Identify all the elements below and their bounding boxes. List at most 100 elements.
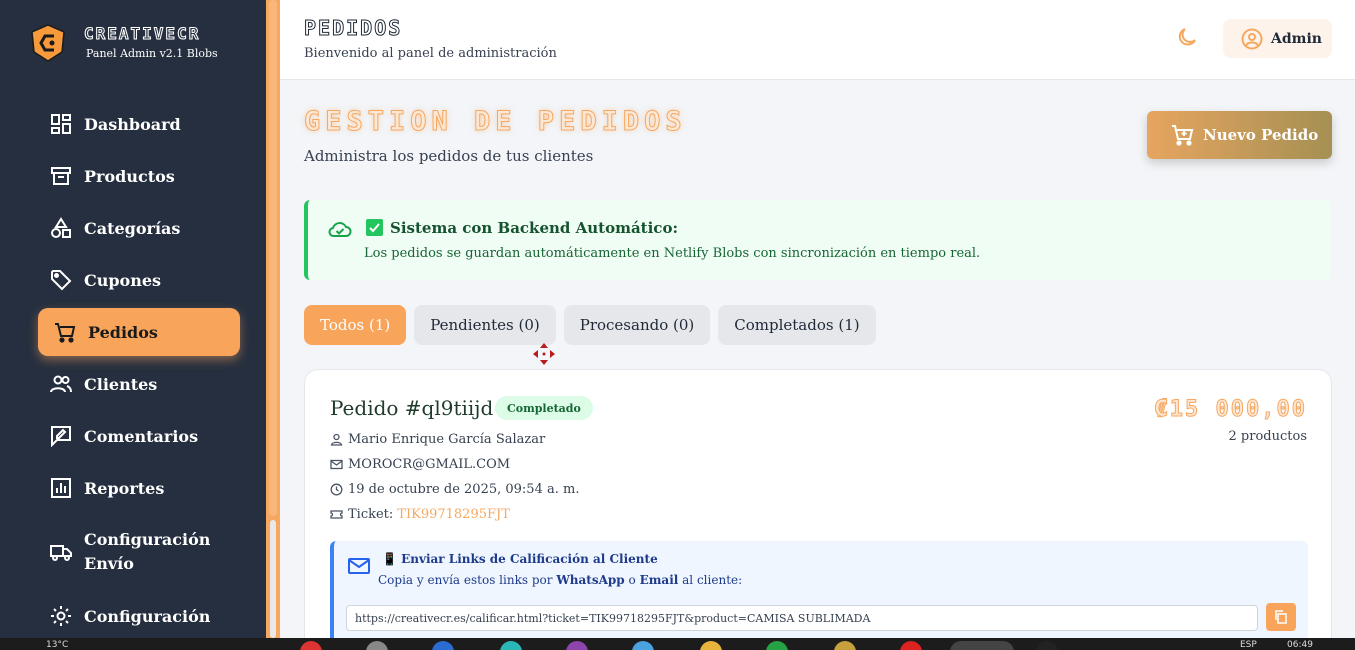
tab-completados[interactable]: Completados (1) <box>718 305 876 345</box>
scrollbar-track[interactable] <box>270 520 276 638</box>
backend-alert: Sistema con Backend Automático: Los pedi… <box>304 200 1331 280</box>
sidebar-item-comentarios[interactable]: Comentarios <box>38 410 240 462</box>
folder-icon[interactable] <box>700 641 722 650</box>
sidebar-item-configuracion[interactable]: Configuración <box>38 590 240 642</box>
user-icon <box>330 433 343 446</box>
brand-subtitle: Panel Admin v2.1 Blobs <box>86 47 218 60</box>
comment-edit-icon <box>51 426 71 447</box>
whatsapp-icon[interactable] <box>766 641 788 650</box>
sidebar-item-label: Pedidos <box>88 322 158 342</box>
date-row: 19 de octubre de 2025, 09:54 a. m. <box>330 482 579 497</box>
rating-desc-email: Email <box>639 573 679 587</box>
clock-icon <box>330 483 343 496</box>
app-icon[interactable] <box>566 641 588 650</box>
section-subtitle: Administra los pedidos de tus clientes <box>304 147 594 165</box>
brand: CREATIVECR Panel Admin v2.1 Blobs <box>30 24 218 62</box>
clock[interactable]: 06:49 <box>1287 640 1313 650</box>
os-taskbar: 13°C ESP 06:49 <box>0 638 1355 650</box>
ticket-label: Ticket: <box>348 507 394 522</box>
rating-desc-suffix: al cliente: <box>682 573 743 587</box>
order-filter-tabs: Todos (1) Pendientes (0) Procesando (0) … <box>304 305 884 345</box>
sidebar-item-label: Clientes <box>84 374 158 394</box>
app-icon[interactable] <box>300 641 322 650</box>
tab-procesando[interactable]: Procesando (0) <box>563 305 711 345</box>
sidebar-item-clientes[interactable]: Clientes <box>38 358 240 410</box>
archive-icon <box>51 167 71 185</box>
top-header: PEDIDOS Bienvenido al panel de administr… <box>280 0 1355 80</box>
sidebar-item-label: Categorías <box>84 218 181 238</box>
copy-link-button[interactable] <box>1266 603 1296 631</box>
mail-icon <box>330 459 343 470</box>
sidebar-item-pedidos[interactable]: Pedidos <box>38 308 240 356</box>
ticket-row: Ticket: TIK99718295FJT <box>330 507 510 522</box>
shapes-icon <box>51 217 71 238</box>
sidebar-nav: Dashboard Productos Categorías Cupones P… <box>38 98 240 642</box>
browser-icon[interactable] <box>950 641 1014 650</box>
sidebar-item-label: Reportes <box>84 478 165 498</box>
tab-todos[interactable]: Todos (1) <box>304 305 407 345</box>
user-circle-icon <box>1241 28 1263 49</box>
sidebar-item-dashboard[interactable]: Dashboard <box>38 98 240 150</box>
customer-name: Mario Enrique García Salazar <box>348 432 546 447</box>
app-icon[interactable] <box>500 641 522 650</box>
app-icon[interactable] <box>432 641 454 650</box>
product-count: 2 productos <box>1228 429 1307 444</box>
language-indicator[interactable]: ESP <box>1240 640 1257 650</box>
bar-chart-icon <box>51 478 71 498</box>
new-order-button[interactable]: Nuevo Pedido <box>1147 111 1332 159</box>
page-title: PEDIDOS <box>303 16 403 41</box>
email-row: MOROCR@GMAIL.COM <box>330 457 510 472</box>
order-card[interactable]: Pedido #ql9tiijd Completado ₡15 000,00 2… <box>304 369 1332 650</box>
moon-icon[interactable] <box>1176 26 1198 48</box>
sidebar-item-productos[interactable]: Productos <box>38 150 240 202</box>
sidebar-item-categorias[interactable]: Categorías <box>38 202 240 254</box>
cloud-check-icon <box>328 222 352 237</box>
new-order-label: Nuevo Pedido <box>1203 126 1319 144</box>
customer-email: MOROCR@GMAIL.COM <box>348 457 511 472</box>
app-icon[interactable] <box>1036 641 1058 650</box>
app-icon[interactable] <box>834 641 856 650</box>
app-icon[interactable] <box>900 641 922 650</box>
weather-temperature[interactable]: 13°C <box>46 640 68 650</box>
tag-icon <box>51 270 72 291</box>
checkbox-icon <box>366 219 383 236</box>
user-menu-button[interactable]: Admin <box>1223 19 1332 58</box>
sidebar-item-label: Cupones <box>84 270 162 290</box>
sidebar-item-label: Productos <box>84 166 175 186</box>
sidebar-item-cupones[interactable]: Cupones <box>38 254 240 306</box>
app-icon[interactable] <box>632 641 654 650</box>
truck-icon <box>50 545 72 561</box>
sidebar-item-label: Configuración Envío <box>84 530 211 573</box>
rating-desc-prefix: Copia y envía estos links por <box>378 573 553 587</box>
sidebar-scrollbar[interactable] <box>266 0 280 638</box>
scrollbar-thumb[interactable] <box>269 0 277 516</box>
users-icon <box>50 375 72 393</box>
rating-title: 📱 Enviar Links de Calificación al Client… <box>382 552 658 566</box>
cart-plus-icon <box>1172 125 1194 146</box>
search-icon[interactable] <box>366 641 388 650</box>
section-title: GESTION DE PEDIDOS <box>304 106 687 138</box>
alert-body: Los pedidos se guardan automáticamente e… <box>364 246 981 261</box>
copy-icon <box>1275 610 1287 624</box>
sidebar-item-configuracion-envio[interactable]: Configuración Envío <box>38 514 240 590</box>
gear-icon <box>51 606 71 626</box>
sidebar-item-reportes[interactable]: Reportes <box>38 462 240 514</box>
dashboard-icon <box>51 114 71 134</box>
order-id: Pedido #ql9tiijd <box>330 396 494 420</box>
ticket-code-link[interactable]: TIK99718295FJT <box>397 507 510 522</box>
sidebar-item-label: Comentarios <box>84 426 199 446</box>
user-label: Admin <box>1271 30 1322 47</box>
brand-name: CREATIVECR <box>84 24 201 44</box>
rating-desc-whatsapp: WhatsApp <box>556 573 625 587</box>
tab-pendientes[interactable]: Pendientes (0) <box>414 305 556 345</box>
rating-link-input[interactable] <box>346 605 1258 631</box>
page-subtitle: Bienvenido al panel de administración <box>304 46 557 61</box>
order-date: 19 de octubre de 2025, 09:54 a. m. <box>348 482 580 497</box>
customer-row: Mario Enrique García Salazar <box>330 432 545 447</box>
cart-icon <box>55 323 76 343</box>
rating-links-box: 📱 Enviar Links de Calificación al Client… <box>330 541 1308 650</box>
rating-desc-or: o <box>628 573 636 587</box>
move-cursor-icon <box>533 343 555 365</box>
rating-description: Copia y envía estos links por WhatsApp o… <box>378 573 742 587</box>
sidebar-item-label: Dashboard <box>84 114 181 134</box>
